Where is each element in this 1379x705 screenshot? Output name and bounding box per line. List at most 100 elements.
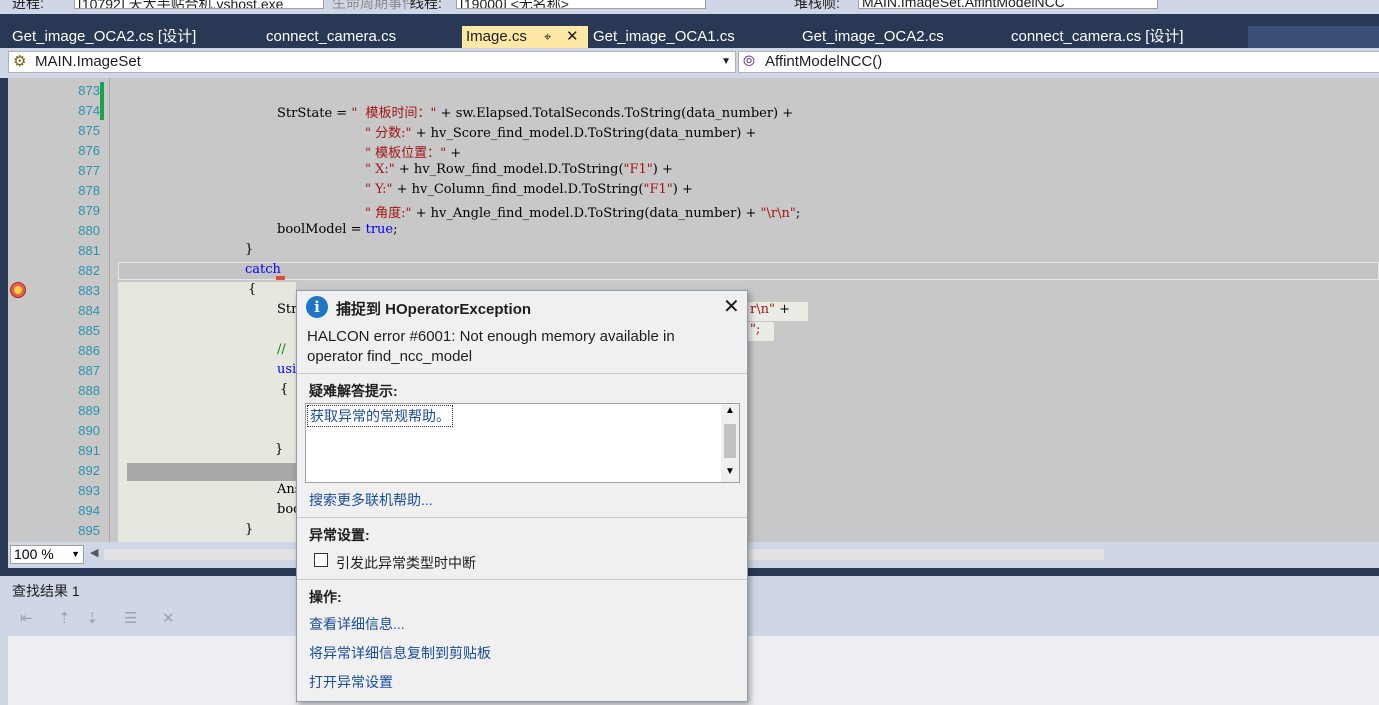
find-results-title: 查找结果 1 — [12, 583, 80, 599]
break-on-exception-checkbox[interactable] — [314, 553, 328, 567]
tab-connect-camera[interactable]: connect_camera.cs — [262, 26, 457, 48]
scroll-left-icon[interactable]: ◀ — [90, 546, 98, 559]
exception-message-line1: HALCON error #6001: Not enough memory av… — [307, 328, 675, 345]
scroll-up-icon[interactable]: ▲ — [725, 405, 735, 416]
thread-label: 线程: — [410, 0, 442, 11]
line-number: 886 — [78, 343, 100, 358]
line-number: 888 — [78, 383, 100, 398]
previous-location-icon[interactable]: ⇡ — [58, 609, 71, 627]
code-line-877: " X:" + hv_Row_find_model.D.ToString("F1… — [365, 162, 673, 177]
line-number: 887 — [78, 363, 100, 378]
line-number: 875 — [78, 123, 100, 138]
divider — [297, 579, 747, 580]
stop-find-icon[interactable]: ✕ — [162, 609, 175, 627]
navigation-bar: ⚙ MAIN.ImageSet ▼ ⦾ AffintModelNCC() — [0, 48, 1379, 78]
line-number: 884 — [78, 303, 100, 318]
change-marker — [100, 82, 104, 120]
line-number: 885 — [78, 323, 100, 338]
troubleshooting-list[interactable]: 获取异常的常规帮助。 ▲ ▼ — [305, 403, 740, 483]
code-line-887: usi — [277, 362, 297, 377]
info-icon: i — [306, 296, 328, 318]
scrollbar-thumb[interactable] — [724, 424, 736, 458]
line-number: 890 — [78, 423, 100, 438]
code-line-884: Str — [277, 302, 298, 317]
vertical-scrollbar[interactable]: ▲ ▼ — [721, 404, 739, 482]
troubleshooting-heading: 疑难解答提示: — [309, 383, 398, 399]
line-number: 895 — [78, 523, 100, 538]
scroll-down-icon[interactable]: ▼ — [725, 466, 735, 477]
code-line-883: { — [248, 282, 257, 297]
document-tab-bar: Get_image_OCA2.cs [设计] connect_camera.cs… — [0, 14, 1379, 48]
catch-block-highlight — [118, 282, 296, 542]
line-number: 894 — [78, 503, 100, 518]
line-number: 891 — [78, 443, 100, 458]
class-icon: ⚙ — [13, 53, 27, 70]
member-dropdown-value: AffintModelNCC() — [765, 53, 883, 70]
open-exception-settings-link[interactable]: 打开异常设置 — [309, 672, 393, 692]
line-number: 874 — [78, 103, 100, 118]
tab-get-image-oca2[interactable]: Get_image_OCA2.cs — [798, 26, 1003, 48]
code-line-891: } — [275, 442, 284, 457]
divider — [297, 517, 747, 518]
close-icon[interactable]: ✕ — [723, 294, 740, 319]
stack-frame-label: 堆栈帧: — [794, 0, 840, 11]
code-line-882: catch — [245, 262, 281, 277]
next-location-icon[interactable]: ⇣ — [86, 609, 99, 627]
view-details-link[interactable]: 查看详细信息... — [309, 614, 405, 634]
code-line-878: " Y:" + hv_Column_find_model.D.ToString(… — [365, 182, 693, 197]
chevron-down-icon: ▼ — [71, 549, 80, 559]
process-label: 进程: — [12, 0, 44, 11]
exception-helper-popup: i 捕捉到 HOperatorException ✕ HALCON error … — [296, 290, 748, 702]
tab-image-cs[interactable]: Image.cs ⌖ ✕ — [462, 26, 588, 48]
line-number: 876 — [78, 143, 100, 158]
actions-heading: 操作: — [309, 589, 342, 605]
search-online-help-link[interactable]: 搜索更多联机帮助... — [309, 490, 433, 510]
line-number: 893 — [78, 483, 100, 498]
exception-message-line2: operator find_ncc_model — [307, 348, 473, 365]
divider — [297, 373, 747, 374]
exception-settings-heading: 异常设置: — [309, 527, 370, 543]
tab-get-image-oca1[interactable]: Get_image_OCA1.cs — [589, 26, 794, 48]
thread-dropdown[interactable]: [19000] <无名称> — [456, 0, 706, 9]
method-icon: ⦾ — [743, 53, 756, 70]
tab-strip-filler — [1248, 26, 1379, 48]
tab-label: Get_image_OCA2.cs — [802, 28, 944, 45]
tab-label: Get_image_OCA1.cs — [593, 28, 735, 45]
go-to-location-icon[interactable]: ⇤ — [20, 609, 33, 627]
code-line-895: } — [245, 522, 254, 537]
line-892-highlight — [127, 463, 305, 481]
copy-details-link[interactable]: 将异常详细信息复制到剪贴板 — [309, 643, 491, 663]
troubleshooting-item-link[interactable]: 获取异常的常规帮助。 — [307, 405, 453, 427]
line-number: 877 — [78, 163, 100, 178]
tab-label: Image.cs — [466, 28, 527, 45]
code-line-875: " 分数:" + hv_Score_find_model.D.ToString(… — [365, 126, 757, 141]
member-dropdown[interactable]: ⦾ AffintModelNCC() — [738, 51, 1379, 73]
tab-label: connect_camera.cs — [266, 28, 397, 45]
line-number: 882 — [78, 263, 100, 278]
breakpoint-icon[interactable] — [10, 282, 26, 298]
tab-label: Get_image_OCA2.cs [设计] — [12, 28, 197, 45]
exception-title: 捕捉到 HOperatorException — [336, 301, 532, 318]
tab-connect-camera-design[interactable]: connect_camera.cs [设计] — [1007, 26, 1247, 48]
gutter-divider — [109, 78, 110, 542]
debug-location-toolbar: 进程: [10792] 天大手贴合机.vshost.exe 生命周期事件 线程:… — [0, 0, 1379, 14]
process-dropdown[interactable]: [10792] 天大手贴合机.vshost.exe — [74, 0, 324, 9]
code-line-884-tail: r\n" + — [750, 302, 790, 317]
break-on-exception-label: 引发此异常类型时中断 — [336, 555, 476, 571]
stack-frame-dropdown[interactable]: MAIN.ImageSet.AffintModelNCC — [858, 0, 1158, 9]
line-number: 889 — [78, 403, 100, 418]
lifecycle-events-button[interactable]: 生命周期事件 — [332, 0, 416, 13]
code-line-886: // — [277, 342, 286, 357]
code-line-879: " 角度:" + hv_Angle_find_model.D.ToString(… — [365, 206, 801, 221]
type-dropdown[interactable]: ⚙ MAIN.ImageSet ▼ — [8, 51, 736, 73]
type-dropdown-value: MAIN.ImageSet — [35, 53, 141, 70]
code-line-885-tail: "; — [750, 322, 761, 337]
tab-get-image-oca2-design[interactable]: Get_image_OCA2.cs [设计] — [8, 26, 258, 48]
pin-icon[interactable]: ⌖ — [544, 26, 551, 48]
clear-all-icon[interactable]: ☰ — [124, 609, 137, 627]
code-line-881: } — [245, 242, 254, 257]
zoom-dropdown[interactable]: 100 % ▼ — [10, 545, 84, 564]
exception-pointer-marker — [276, 276, 285, 280]
close-tab-icon[interactable]: ✕ — [566, 26, 579, 48]
line-number: 881 — [78, 243, 100, 258]
